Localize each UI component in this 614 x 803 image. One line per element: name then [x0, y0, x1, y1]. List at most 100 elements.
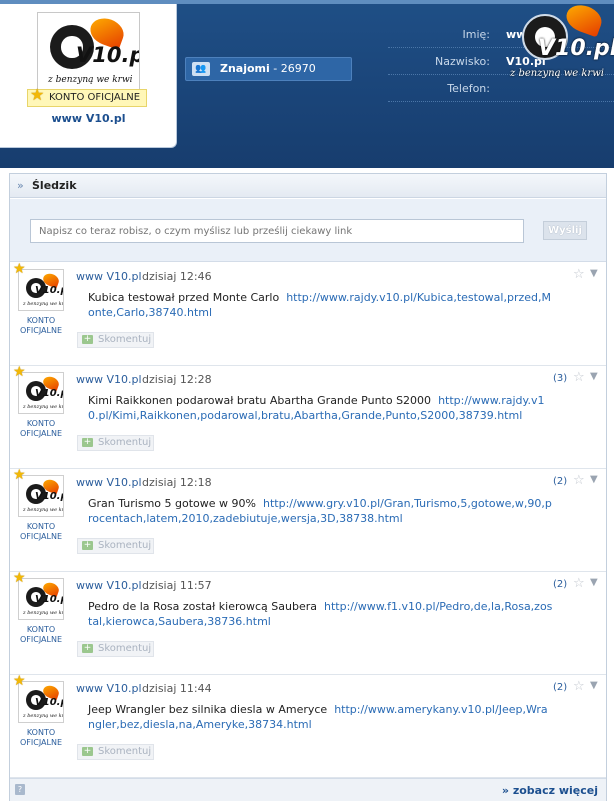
- star-icon: ★: [13, 467, 26, 483]
- comment-button-label: Skomentuj: [98, 334, 152, 345]
- post-content: Kubica testował przed Monte Carlo http:/…: [88, 290, 554, 320]
- feed-title: Śledzik: [32, 179, 77, 192]
- post-time: dzisiaj 11:57: [142, 579, 212, 592]
- profile-logo[interactable]: V10.pl z benzyną we krwi: [37, 12, 140, 96]
- add-comment-icon: +: [82, 746, 93, 756]
- post-item: V10.pl z benzyną we krwi ★ KONTO OFICJAL…: [10, 467, 606, 572]
- feed-footer: ? » zobacz więcej: [10, 778, 606, 801]
- post-time: dzisiaj 11:44: [142, 682, 212, 695]
- star-icon: ★: [13, 364, 26, 380]
- friends-button[interactable]: 👥 Znajomi - 26970: [185, 57, 352, 81]
- profile-card: V10.pl z benzyną we krwi ★ KONTO OFICJAL…: [0, 4, 177, 148]
- post-text: Kubica testował przed Monte Carlo: [88, 291, 280, 304]
- friends-label: Znajomi: [220, 62, 270, 75]
- comment-button-label: Skomentuj: [98, 437, 152, 448]
- post-time: dzisiaj 12:28: [142, 373, 212, 386]
- feed-title-bar: » Śledzik: [10, 174, 606, 198]
- logo-wordmark: V10.pl: [35, 697, 63, 708]
- chevron-down-icon[interactable]: ▼: [590, 680, 598, 691]
- official-account-badge: ★ KONTO OFICJALNE: [27, 85, 148, 107]
- chevron-down-icon[interactable]: ▼: [590, 474, 598, 485]
- official-label: KONTO OFICJALNE: [19, 522, 63, 541]
- favorite-star-icon[interactable]: ☆: [573, 267, 585, 282]
- post-time: dzisiaj 12:46: [142, 270, 212, 283]
- post-author[interactable]: www V10.pl: [76, 270, 142, 283]
- post-content: Kimi Raikkonen podarował bratu Abartha G…: [88, 393, 554, 423]
- add-comment-icon: +: [82, 437, 93, 447]
- status-input[interactable]: [30, 219, 524, 243]
- post-author[interactable]: www V10.pl: [76, 373, 142, 386]
- comment-count[interactable]: (3): [553, 373, 567, 384]
- help-icon[interactable]: ?: [15, 784, 25, 795]
- profile-header: V10.pl z benzyną we krwi ★ KONTO OFICJAL…: [0, 0, 614, 168]
- profile-name[interactable]: www V10.pl: [0, 112, 177, 125]
- add-comment-icon: +: [82, 334, 93, 344]
- add-comment-icon: +: [82, 540, 93, 550]
- chevron-down-icon[interactable]: ▼: [590, 577, 598, 588]
- comment-count[interactable]: (2): [553, 682, 567, 693]
- comment-button[interactable]: + Skomentuj: [77, 435, 154, 451]
- favorite-star-icon[interactable]: ☆: [573, 473, 585, 488]
- post-text: Kimi Raikkonen podarował bratu Abartha G…: [88, 394, 432, 407]
- chevron-down-icon[interactable]: ▼: [590, 371, 598, 382]
- first-name-label: Imię:: [462, 28, 491, 41]
- sledzik-feed: » Śledzik Wyślij V10.pl z benzyną we krw…: [9, 173, 607, 801]
- post-item: V10.pl z benzyną we krwi ★ KONTO OFICJAL…: [10, 261, 606, 366]
- logo-wordmark: V10.pl: [35, 285, 63, 296]
- post-author[interactable]: www V10.pl: [76, 476, 142, 489]
- post-time: dzisiaj 12:18: [142, 476, 212, 489]
- logo-slogan: z benzyną we krwi: [510, 68, 604, 79]
- post-item: V10.pl z benzyną we krwi ★ KONTO OFICJAL…: [10, 364, 606, 469]
- official-label: KONTO OFICJALNE: [19, 728, 63, 747]
- official-label: KONTO OFICJALNE: [19, 419, 63, 438]
- post-item: V10.pl z benzyną we krwi ★ KONTO OFICJAL…: [10, 570, 606, 675]
- double-chevron-icon: »: [17, 179, 24, 192]
- post-content: Jeep Wrangler bez silnika diesla w Amery…: [88, 702, 554, 732]
- logo-wordmark: V10.pl: [35, 491, 63, 502]
- star-icon: ★: [13, 673, 26, 689]
- logo-wordmark: V10.pl: [538, 36, 614, 61]
- chevron-down-icon[interactable]: ▼: [590, 268, 598, 279]
- logo-wordmark: V10.pl: [35, 594, 63, 605]
- favorite-star-icon[interactable]: ☆: [573, 576, 585, 591]
- logo-slogan: z benzyną we krwi: [23, 404, 64, 410]
- official-label: KONTO OFICJALNE: [19, 625, 63, 644]
- see-more-link[interactable]: » zobacz więcej: [502, 784, 598, 797]
- star-icon: ★: [30, 85, 45, 104]
- post-author[interactable]: www V10.pl: [76, 579, 142, 592]
- logo-wordmark: V10.pl: [35, 388, 63, 399]
- friends-count: 26970: [280, 62, 316, 75]
- logo-slogan: z benzyną we krwi: [23, 507, 64, 513]
- send-button[interactable]: Wyślij: [543, 221, 587, 240]
- add-comment-icon: +: [82, 643, 93, 653]
- post-text: Pedro de la Rosa został kierowcą Saubera: [88, 600, 317, 613]
- comment-count[interactable]: (2): [553, 476, 567, 487]
- comment-button-label: Skomentuj: [98, 746, 152, 757]
- friends-icon: 👥: [192, 62, 210, 76]
- comment-button-label: Skomentuj: [98, 540, 152, 551]
- star-icon: ★: [13, 570, 26, 586]
- comment-count[interactable]: (2): [553, 579, 567, 590]
- last-name-label: Nazwisko:: [435, 55, 490, 68]
- official-badge-label: KONTO OFICJALNE: [49, 92, 141, 103]
- official-label: KONTO OFICJALNE: [19, 316, 63, 335]
- post-text: Gran Turismo 5 gotowe w 90%: [88, 497, 256, 510]
- flame-icon: [562, 0, 606, 38]
- post-author[interactable]: www V10.pl: [76, 682, 142, 695]
- star-icon: ★: [13, 261, 26, 277]
- logo-slogan: z benzyną we krwi: [23, 301, 64, 307]
- favorite-star-icon[interactable]: ☆: [573, 679, 585, 694]
- comment-button[interactable]: + Skomentuj: [77, 538, 154, 554]
- comment-button-label: Skomentuj: [98, 643, 152, 654]
- compose-area: Wyślij: [10, 199, 606, 262]
- comment-button[interactable]: + Skomentuj: [77, 744, 154, 760]
- friends-separator: -: [269, 62, 281, 75]
- post-text: Jeep Wrangler bez silnika diesla w Amery…: [88, 703, 328, 716]
- post-content: Gran Turismo 5 gotowe w 90% http://www.g…: [88, 496, 554, 526]
- comment-button[interactable]: + Skomentuj: [77, 641, 154, 657]
- header-logo: V10.pl z benzyną we krwi: [508, 0, 614, 86]
- comment-button[interactable]: + Skomentuj: [77, 332, 154, 348]
- post-content: Pedro de la Rosa został kierowcą Saubera…: [88, 599, 554, 629]
- favorite-star-icon[interactable]: ☆: [573, 370, 585, 385]
- logo-slogan: z benzyną we krwi: [23, 713, 64, 719]
